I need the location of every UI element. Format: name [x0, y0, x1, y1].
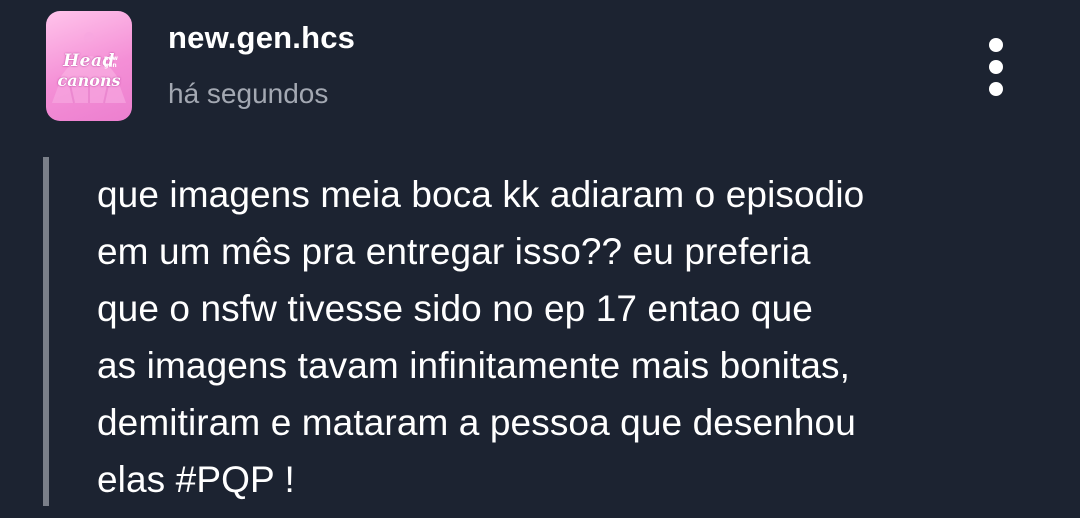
- avatar-logo-small-text: new gen: [104, 55, 118, 69]
- more-vertical-icon-dot: [989, 82, 1003, 96]
- avatar-logo-text-2: canons: [57, 71, 121, 90]
- more-options-button[interactable]: [976, 34, 1016, 100]
- timestamp: há segundos: [168, 78, 329, 109]
- comment-body: que imagens meia boca kk adiaram o episo…: [97, 174, 865, 500]
- more-vertical-icon-dot: [989, 60, 1003, 74]
- username[interactable]: new.gen.hcs: [168, 20, 355, 56]
- more-vertical-icon: [989, 38, 1003, 52]
- avatar[interactable]: Head canons new gen: [46, 11, 132, 121]
- quote-bar: [43, 157, 49, 506]
